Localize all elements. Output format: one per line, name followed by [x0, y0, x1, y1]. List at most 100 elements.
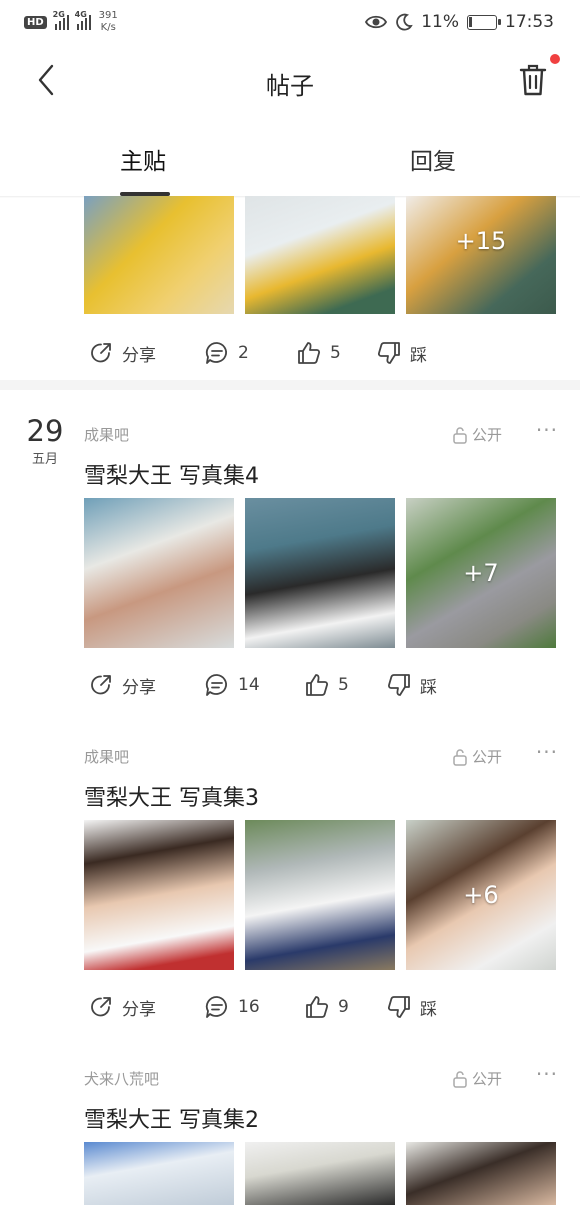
notification-dot	[550, 54, 560, 64]
post-title[interactable]: 雪梨大王 写真集3	[84, 780, 259, 812]
tab-bar: 主贴 回复	[0, 130, 580, 196]
post-actions: 分享 2 5 踩	[88, 340, 558, 370]
post-image[interactable]: +15	[406, 196, 556, 314]
dislike-button[interactable]: 踩	[386, 994, 437, 1020]
eye-icon	[365, 15, 388, 29]
network-type: 4G	[74, 10, 87, 19]
post-image[interactable]	[84, 498, 234, 648]
thumbs-up-icon	[306, 996, 329, 1018]
post-image[interactable]	[245, 196, 395, 314]
lock-open-icon	[453, 1070, 467, 1088]
comment-count: 14	[238, 675, 260, 695]
thumbs-up-icon	[306, 674, 329, 696]
post-date: 29 五月	[24, 414, 66, 467]
more-options-icon[interactable]: ···	[536, 418, 558, 442]
comment-count: 16	[238, 997, 260, 1017]
visibility-label: 公开	[471, 426, 502, 444]
post-image[interactable]	[245, 498, 395, 648]
trash-icon[interactable]	[516, 62, 550, 98]
signal-icon: 2G	[53, 10, 69, 30]
more-images-count: +15	[455, 226, 507, 255]
post-image-grid: +15	[84, 196, 556, 314]
post-image-grid	[84, 1142, 556, 1205]
nav-bar: 帖子	[0, 46, 580, 120]
speed-unit: K/s	[100, 22, 116, 33]
date-month: 五月	[31, 452, 58, 467]
section-divider	[0, 380, 580, 390]
post-image[interactable]: +6	[406, 820, 556, 970]
post-title[interactable]: 雪梨大王 写真集2	[84, 1102, 259, 1134]
post-image[interactable]	[245, 820, 395, 970]
more-images-count: +7	[463, 559, 499, 587]
more-options-icon[interactable]: ···	[536, 1062, 558, 1086]
like-button[interactable]: 5	[304, 672, 349, 698]
lock-open-icon	[453, 748, 467, 766]
share-icon	[91, 343, 111, 363]
share-button[interactable]: 分享	[88, 994, 156, 1020]
comment-button[interactable]: 14	[204, 672, 260, 698]
post-image[interactable]	[245, 1142, 395, 1205]
dislike-button[interactable]: 踩	[386, 672, 437, 698]
moon-icon	[396, 13, 413, 31]
share-button[interactable]: 分享	[88, 340, 156, 366]
tab-replies[interactable]: 回复	[410, 142, 456, 176]
post-meta: 成果吧 公开 ···	[84, 418, 558, 446]
visibility-badge: 公开	[452, 746, 502, 767]
comment-button[interactable]: 2	[204, 340, 249, 366]
comment-icon	[205, 996, 227, 1018]
post-image[interactable]	[84, 820, 234, 970]
dislike-label: 踩	[420, 999, 437, 1020]
clock: 17:53	[505, 12, 554, 32]
post-image-grid: +6	[84, 820, 556, 970]
dislike-label: 踩	[410, 345, 427, 366]
visibility-label: 公开	[471, 1070, 502, 1088]
forum-name[interactable]: 成果吧	[84, 424, 129, 445]
battery-icon	[467, 14, 501, 30]
post-actions: 分享 14 5 踩	[88, 672, 558, 702]
page-title: 帖子	[266, 72, 314, 100]
network-type: 2G	[52, 10, 65, 19]
more-images-count: +6	[463, 881, 499, 909]
post-actions: 分享 16 9 踩	[88, 994, 558, 1024]
share-icon	[91, 675, 111, 695]
more-options-icon[interactable]: ···	[536, 740, 558, 764]
comment-count: 2	[238, 343, 249, 363]
like-count: 5	[330, 343, 341, 363]
battery-percent: 11%	[421, 12, 459, 32]
post-image[interactable]: +7	[406, 498, 556, 648]
forum-name[interactable]: 成果吧	[84, 746, 129, 767]
post-meta: 犬来八荒吧 公开 ···	[84, 1062, 558, 1090]
forum-name[interactable]: 犬来八荒吧	[84, 1068, 159, 1089]
dislike-button[interactable]: 踩	[376, 340, 427, 366]
dislike-label: 踩	[420, 677, 437, 698]
comment-button[interactable]: 16	[204, 994, 260, 1020]
visibility-badge: 公开	[452, 424, 502, 445]
like-count: 9	[338, 997, 349, 1017]
thumbs-down-icon	[387, 674, 410, 696]
speed-value: 391	[98, 10, 118, 21]
post-image[interactable]	[84, 1142, 234, 1205]
lock-open-icon	[453, 426, 467, 444]
like-count: 5	[338, 675, 349, 695]
share-button[interactable]: 分享	[88, 672, 156, 698]
post-image[interactable]	[406, 1142, 556, 1205]
visibility-badge: 公开	[452, 1068, 502, 1089]
share-label: 分享	[122, 345, 156, 366]
thumbs-up-icon	[298, 342, 321, 364]
post-meta: 成果吧 公开 ···	[84, 740, 558, 768]
visibility-label: 公开	[471, 748, 502, 766]
comment-icon	[205, 674, 227, 696]
like-button[interactable]: 5	[296, 340, 341, 366]
date-day: 29	[26, 414, 64, 448]
share-label: 分享	[122, 677, 156, 698]
status-bar: HD 2G 4G 391 K/s 11% 17:53	[0, 0, 580, 46]
hd-indicator: HD	[24, 15, 47, 29]
like-button[interactable]: 9	[304, 994, 349, 1020]
share-icon	[91, 997, 111, 1017]
signal-icon: 4G	[75, 10, 91, 30]
thumbs-down-icon	[377, 342, 400, 364]
post-image[interactable]	[84, 196, 234, 314]
thumbs-down-icon	[387, 996, 410, 1018]
post-title[interactable]: 雪梨大王 写真集4	[84, 458, 259, 490]
tab-main-posts[interactable]: 主贴	[120, 142, 166, 176]
